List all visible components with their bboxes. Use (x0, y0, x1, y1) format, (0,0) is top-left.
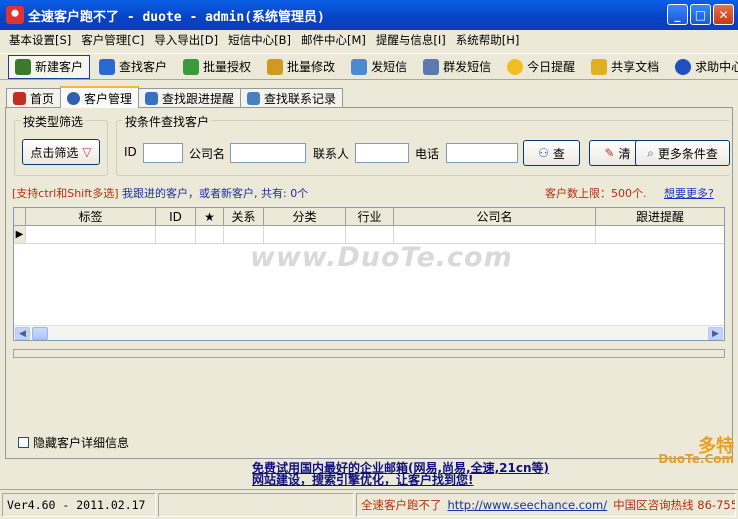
product-name: 全速客户跑不了 (361, 497, 442, 512)
id-field[interactable] (143, 143, 183, 163)
promo-link[interactable]: 免费试用国内最好的企业邮箱(网易,尚易,全速,21cn等) 网站建设，搜索引擎优… (252, 462, 549, 486)
menu-basic-settings[interactable]: 基本设置[S] (4, 32, 76, 48)
find-customer-button[interactable]: 查找客户 (92, 55, 174, 79)
col-company[interactable]: 公司名 (394, 208, 596, 225)
tab-customer-management[interactable]: 客户管理 (60, 86, 140, 108)
search-people-icon: ⚇ (538, 146, 549, 160)
col-relation[interactable]: 关系 (224, 208, 264, 225)
funnel-icon: ▽ (82, 145, 92, 159)
scroll-right-icon[interactable]: ▶ (708, 327, 723, 340)
contact-label: 联系人 (313, 147, 350, 161)
batch-edit-button[interactable]: 批量修改 (260, 55, 342, 79)
status-info-panel: 全速客户跑不了 http://www.seechance.com/ 中国区咨询热… (356, 492, 736, 517)
want-more-link[interactable]: 想要更多? (664, 185, 714, 201)
find-customer-icon (99, 58, 116, 75)
menu-mail-center[interactable]: 邮件中心[M] (296, 32, 371, 48)
watermark: www.DuoTe.com (250, 242, 513, 273)
magnifier-icon: ⌕ (647, 145, 654, 160)
search-button[interactable]: ⚇ 查 (523, 140, 580, 166)
window-title: 全速客户跑不了 - duote - admin(系统管理员) (28, 9, 325, 25)
send-sms-icon (351, 58, 368, 75)
batch-auth-button[interactable]: 批量授权 (176, 55, 258, 79)
today-reminder-button[interactable]: 今日提醒 (500, 55, 582, 79)
phone-label: 电话 (415, 147, 440, 161)
row-pointer-icon: ▶ (14, 226, 26, 243)
mass-sms-icon (423, 58, 440, 75)
app-icon (6, 6, 24, 24)
status-bar: Ver4.60 - 2011.02.17 全速客户跑不了 http://www.… (0, 489, 738, 519)
calendar-icon (145, 92, 159, 105)
maximize-button[interactable]: □ (690, 4, 711, 25)
customers-icon (67, 91, 81, 105)
eraser-icon: ✎ (604, 146, 615, 160)
col-industry[interactable]: 行业 (346, 208, 394, 225)
col-tag[interactable]: 标签 (26, 208, 156, 225)
document-icon (591, 58, 608, 75)
tab-strip: 首页 客户管理 查找跟进提醒 查找联系记录 (6, 86, 344, 108)
click-filter-button[interactable]: 点击筛选 ▽ (22, 139, 100, 165)
help-icon (675, 58, 692, 75)
menu-help[interactable]: 系统帮助[H] (451, 32, 525, 48)
website-link[interactable]: http://www.seechance.com/ (448, 498, 608, 512)
col-id[interactable]: ID (156, 208, 196, 225)
id-label: ID (124, 145, 137, 159)
company-label: 公司名 (189, 147, 226, 161)
phone-field[interactable] (446, 143, 518, 163)
shared-docs-button[interactable]: 共享文档 (584, 55, 666, 79)
minimize-button[interactable]: _ (667, 4, 688, 25)
col-followup[interactable]: 跟进提醒 (596, 208, 724, 225)
mass-sms-button[interactable]: 群发短信 (416, 55, 498, 79)
record-icon (247, 92, 261, 105)
info-line: [支持ctrl和Shift多选] 我跟进的客户，或者新客户, 共有: 0个 (12, 185, 308, 201)
title-bar: 全速客户跑不了 - duote - admin(系统管理员) _ □ ✕ (0, 0, 738, 30)
scroll-thumb[interactable] (32, 327, 48, 340)
customer-grid[interactable]: 标签 ID ★ 关系 分类 行业 公司名 跟进提醒 ▶ ◀ ▶ (13, 207, 725, 341)
menu-sms-center[interactable]: 短信中心[B] (223, 32, 296, 48)
menu-import-export[interactable]: 导入导出[D] (149, 32, 223, 48)
detail-splitter[interactable] (13, 349, 725, 358)
home-icon (13, 92, 26, 105)
hide-detail-checkbox[interactable]: 隐藏客户详细信息 (18, 434, 129, 451)
bulb-icon (507, 58, 524, 75)
horizontal-scrollbar[interactable]: ◀ ▶ (14, 325, 724, 340)
new-customer-button[interactable]: 新建客户 (8, 54, 91, 79)
status-empty-panel (158, 492, 354, 517)
version-text: Ver4.60 - 2011.02.17 (2, 492, 156, 517)
col-star[interactable]: ★ (196, 208, 224, 225)
batch-edit-icon (267, 58, 284, 75)
company-field[interactable] (230, 143, 306, 163)
checkbox-box[interactable] (18, 437, 29, 448)
scroll-left-icon[interactable]: ◀ (15, 327, 30, 340)
tab-contact-records[interactable]: 查找联系记录 (240, 88, 344, 108)
type-filter-group: 按类型筛选 点击筛选 ▽ (14, 113, 108, 176)
menu-customer-management[interactable]: 客户管理[C] (76, 32, 149, 48)
menu-reminders[interactable]: 提醒与信息[I] (371, 32, 451, 48)
hotline-text: 中国区咨询热线 86-755-83 (613, 497, 735, 512)
contact-field[interactable] (355, 143, 409, 163)
duote-logo: 多特 DuoTe.Com (658, 436, 734, 466)
batch-auth-icon (183, 58, 200, 75)
toolbar: 新建客户 查找客户 批量授权 批量修改 发短信 群发短信 今日提醒 共享文档 求… (0, 53, 738, 80)
tab-followup-reminders[interactable]: 查找跟进提醒 (138, 88, 242, 108)
help-center-button[interactable]: 求助中心 (668, 55, 738, 79)
grid-header: 标签 ID ★ 关系 分类 行业 公司名 跟进提醒 (14, 208, 724, 226)
customer-limit-text: 客户数上限：500个. (545, 187, 647, 200)
send-sms-button[interactable]: 发短信 (344, 55, 414, 79)
menu-bar: 基本设置[S] 客户管理[C] 导入导出[D] 短信中心[B] 邮件中心[M] … (0, 30, 738, 50)
multiselect-hint: [支持ctrl和Shift多选] (12, 187, 119, 200)
more-conditions-button[interactable]: ⌕ 更多条件查 (635, 140, 730, 166)
search-group: 按条件查找客户 ID 公司名 联系人 电话 ⚇ 查 ✎ 清 ⌕ 更多条件查 (116, 113, 730, 176)
tab-home[interactable]: 首页 (6, 88, 62, 108)
customer-count-text: 我跟进的客户，或者新客户, 共有: 0个 (122, 187, 309, 200)
new-customer-icon (15, 58, 31, 75)
col-category[interactable]: 分类 (264, 208, 346, 225)
close-button[interactable]: ✕ (713, 4, 734, 25)
